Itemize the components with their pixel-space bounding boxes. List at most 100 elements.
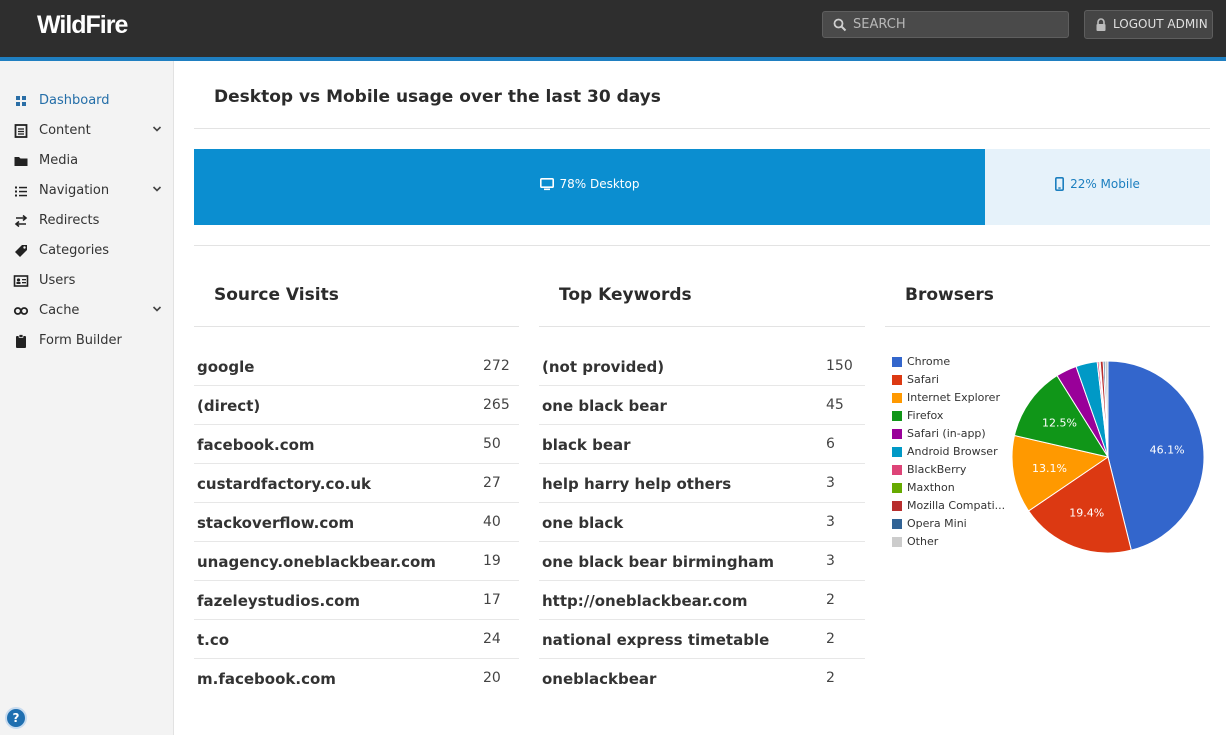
legend-swatch xyxy=(892,465,902,475)
legend-swatch xyxy=(892,411,902,421)
row-value: 272 xyxy=(483,358,510,374)
top-bar: WildFire LOGOUT ADMIN xyxy=(0,0,1226,57)
redirect-icon xyxy=(14,214,28,228)
desktop-usage-segment[interactable]: 78% Desktop xyxy=(194,149,985,225)
sidebar-item-categories[interactable]: Categories xyxy=(0,237,174,265)
divider xyxy=(885,326,1210,327)
mobile-usage-label: 22% Mobile xyxy=(1070,177,1140,191)
legend-label: BlackBerry xyxy=(907,463,967,476)
table-row: custardfactory.co.uk 27 xyxy=(194,464,519,503)
row-name: (direct) xyxy=(197,397,261,415)
table-row: national express timetable 2 xyxy=(539,620,865,659)
sidebar-item-content[interactable]: Content xyxy=(0,117,174,145)
row-name: unagency.oneblackbear.com xyxy=(197,553,436,571)
legend-swatch xyxy=(892,483,902,493)
table-row: one black 3 xyxy=(539,503,865,542)
document-icon xyxy=(14,124,28,138)
divider xyxy=(194,326,519,327)
header-accent-stripe xyxy=(0,57,1226,61)
table-row: google 272 xyxy=(194,347,519,386)
legend-label: Android Browser xyxy=(907,445,998,458)
legend-swatch xyxy=(892,537,902,547)
desktop-usage-label: 78% Desktop xyxy=(559,177,640,191)
table-row: fazeleystudios.com 17 xyxy=(194,581,519,620)
search-input[interactable] xyxy=(853,14,1063,35)
sidebar-item-redirects[interactable]: Redirects xyxy=(0,207,174,235)
row-name: one black bear birmingham xyxy=(542,553,775,571)
legend-swatch xyxy=(892,447,902,457)
legend-swatch xyxy=(892,375,902,385)
desktop-monitor-icon xyxy=(539,178,554,191)
legend-label: Internet Explorer xyxy=(907,391,1000,404)
sidebar-item-cache[interactable]: Cache xyxy=(0,297,174,325)
infinity-icon xyxy=(13,307,29,315)
mobile-usage-segment[interactable]: 22% Mobile xyxy=(985,149,1210,225)
search-box[interactable] xyxy=(822,11,1069,38)
row-value: 24 xyxy=(483,631,501,647)
table-row: one black bear birmingham 3 xyxy=(539,542,865,581)
app-logo[interactable]: WildFire xyxy=(37,11,128,40)
legend-label: Mozilla Compati... xyxy=(907,499,1006,512)
row-value: 150 xyxy=(826,358,853,374)
search-icon xyxy=(833,18,847,32)
row-value: 50 xyxy=(483,436,501,452)
row-value: 2 xyxy=(826,592,835,608)
sidebar-item-users[interactable]: Users xyxy=(0,267,174,295)
row-value: 27 xyxy=(483,475,501,491)
sidebar-item-form-builder[interactable]: Form Builder xyxy=(0,327,174,355)
row-value: 3 xyxy=(826,514,835,530)
usage-bar: 78% Desktop 22% Mobile xyxy=(194,149,1210,225)
legend-label: Firefox xyxy=(907,409,944,422)
pie-data-label: 12.5% xyxy=(1042,416,1077,429)
pie-data-label: 46.1% xyxy=(1150,444,1185,457)
legend-label: Safari (in-app) xyxy=(907,427,986,440)
row-name: help harry help others xyxy=(542,475,732,493)
row-name: black bear xyxy=(542,436,631,454)
sidebar-item-navigation[interactable]: Navigation xyxy=(0,177,174,205)
row-name: facebook.com xyxy=(197,436,315,454)
divider xyxy=(194,245,1210,246)
row-value: 17 xyxy=(483,592,501,608)
row-name: one black xyxy=(542,514,624,532)
legend-swatch xyxy=(892,357,902,367)
browsers-pie-chart: 46.1% 19.4% 13.1% 12.5% xyxy=(1011,360,1205,554)
table-row: stackoverflow.com 40 xyxy=(194,503,519,542)
sidebar-item-label: Cache xyxy=(39,303,80,318)
row-name: one black bear xyxy=(542,397,667,415)
legend-swatch xyxy=(892,501,902,511)
row-value: 19 xyxy=(483,553,501,569)
table-row: (direct) 265 xyxy=(194,386,519,425)
sidebar-item-media[interactable]: Media xyxy=(0,147,174,175)
lock-icon xyxy=(1096,18,1106,31)
sidebar-item-label: Users xyxy=(39,273,76,288)
row-value: 20 xyxy=(483,670,501,686)
table-row: unagency.oneblackbear.com 19 xyxy=(194,542,519,581)
clipboard-icon xyxy=(16,334,26,348)
legend-label: Chrome xyxy=(907,355,951,368)
legend-swatch xyxy=(892,519,902,529)
chevron-down-icon[interactable] xyxy=(152,184,162,194)
sidebar-item-label: Media xyxy=(39,153,79,168)
logout-button[interactable]: LOGOUT ADMIN xyxy=(1084,10,1213,39)
row-name: national express timetable xyxy=(542,631,770,649)
row-value: 45 xyxy=(826,397,844,413)
pie-data-label: 13.1% xyxy=(1032,462,1067,475)
chevron-down-icon[interactable] xyxy=(152,124,162,134)
row-name: m.facebook.com xyxy=(197,670,336,688)
folder-icon xyxy=(14,157,28,166)
logout-label: LOGOUT ADMIN xyxy=(1113,17,1208,31)
row-value: 2 xyxy=(826,631,835,647)
row-name: t.co xyxy=(197,631,230,649)
sidebar-item-label: Form Builder xyxy=(39,333,122,348)
list-icon xyxy=(15,186,27,197)
table-row: help harry help others 3 xyxy=(539,464,865,503)
help-button[interactable]: ? xyxy=(5,707,27,729)
table-row: http://oneblackbear.com 2 xyxy=(539,581,865,620)
sidebar-item-label: Navigation xyxy=(39,183,110,198)
row-name: fazeleystudios.com xyxy=(197,592,361,610)
table-row: one black bear 45 xyxy=(539,386,865,425)
sidebar-item-dashboard[interactable]: Dashboard xyxy=(0,87,174,115)
row-value: 2 xyxy=(826,670,835,686)
chevron-down-icon[interactable] xyxy=(152,304,162,314)
top-keywords-title: Top Keywords xyxy=(559,285,692,305)
